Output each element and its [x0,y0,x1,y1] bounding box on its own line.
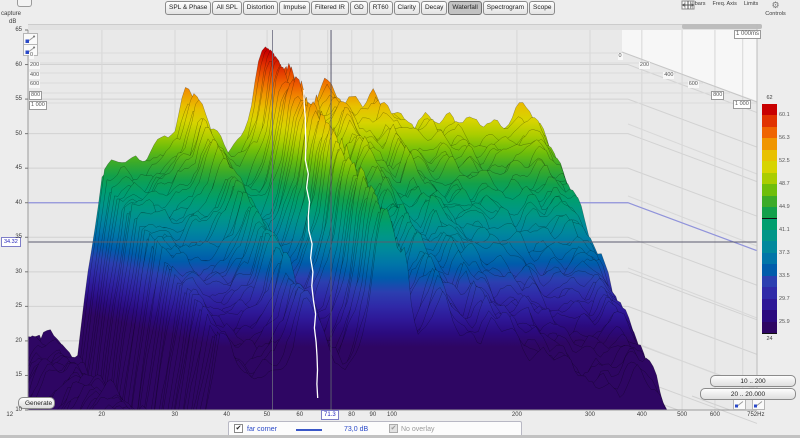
measurement-checkbox[interactable]: ✔ [234,424,243,433]
time-axis-left-0: 0 [29,52,34,59]
db-axis-label: dB [9,19,16,26]
time-axis-left-400: 400 [29,72,40,79]
measurement-line-swatch [296,429,322,431]
x-axis-tick-400: 400 [637,412,647,419]
time-axis-right-600: 600 [688,81,699,88]
x-axis-tick-300: 300 [585,412,595,419]
measurement-value: 73,0 dB [344,425,368,434]
x-axis-tick-100: 100 [387,412,397,419]
x-axis-tick-500: 500 [677,412,687,419]
generate-button[interactable]: Generate [18,397,55,409]
colorbar-label-56.3: 56.3 [779,135,790,141]
y-axis-tick-45: 45 [2,165,22,172]
colorbar-label-29.7: 29.7 [779,296,790,302]
x-axis-tick-12: 12 [6,412,13,419]
x-axis-tick-60: 60 [296,412,303,419]
y-axis-tick-25: 25 [2,303,22,310]
x-axis-tick-30: 30 [172,412,179,419]
x-axis-tick-752Hz: 752Hz [747,412,764,419]
rew-waterfall-window: capture SPL & PhaseAll SPLDistortionImpu… [0,0,800,438]
measurement-name: far corner [247,425,277,434]
colorbar-label-37.3: 37.3 [779,250,790,256]
x-axis-tick-90: 90 [370,412,377,419]
cursor-freq-readout: 71.3 [321,410,339,420]
time-axis-left-800: 800 [29,91,42,100]
time-axis-right-400: 400 [663,72,674,79]
time-axis-left-1000: 1 000 [29,101,47,110]
range-10-200-button[interactable]: 10 .. 200 [710,375,796,387]
x-axis-tick-200: 200 [512,412,522,419]
y-axis-tick-15: 15 [2,372,22,379]
ruler-pin-icon-br[interactable] [752,399,765,410]
x-axis-tick-600: 600 [710,412,720,419]
colorbar-label-52.5: 52.5 [779,158,790,164]
range-20-20000-button[interactable]: 20 .. 20.000 [700,388,796,400]
y-axis-tick-60: 60 [2,62,22,69]
time-axis-left-200: 200 [29,62,40,69]
y-axis-tick-40: 40 [2,200,22,207]
time-axis-title: 1 000ms [734,30,761,39]
colorbar-label-33.5: 33.5 [779,273,790,279]
y-axis-tick-65: 65 [2,27,22,34]
colorbar-max-label: 62 [762,95,777,101]
no-overlay-label: No overlay [401,425,434,434]
y-axis-tick-30: 30 [2,269,22,276]
colorbar-label-60.1: 60.1 [779,112,790,118]
time-axis-right-1000: 1 000 [733,100,751,109]
y-axis-tick-50: 50 [2,131,22,138]
cursor-pin-icon-br[interactable] [733,399,746,410]
time-axis-right-200: 200 [639,62,650,69]
colorbar-label-41.1: 41.1 [779,227,790,233]
colorbar-label-44.9: 44.9 [779,204,790,210]
x-axis-tick-50: 50 [264,412,271,419]
colorbar-min-label: 24 [762,336,777,342]
x-axis-tick-80: 80 [348,412,355,419]
colorbar-segment-19 [762,322,777,334]
x-axis-tick-20: 20 [98,412,105,419]
time-axis-left-600: 600 [29,81,40,88]
time-axis-right-800: 800 [711,91,724,100]
colorbar-label-48.7: 48.7 [779,181,790,187]
y-axis-tick-55: 55 [2,96,22,103]
colorbar-label-25.9: 25.9 [779,319,790,325]
x-axis-tick-40: 40 [223,412,230,419]
no-overlay-checkbox[interactable]: ✔ [389,424,398,433]
waterfall-plot[interactable] [0,0,800,438]
time-axis-right-0: 0 [618,53,623,60]
y-axis-tick-20: 20 [2,338,22,345]
y-axis-tick-35: 35 [2,234,22,241]
